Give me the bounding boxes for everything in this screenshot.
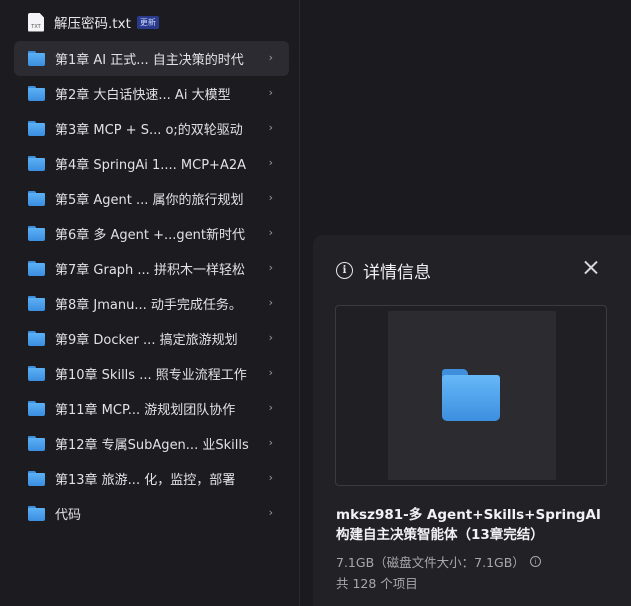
info-icon: i [336,262,353,279]
folder-item[interactable]: 第1章 AI 正式... 自主决策的时代 › [14,41,289,76]
folder-icon [28,191,45,206]
folder-label: 第7章 Graph ... 拼积木一样轻松 [55,263,245,278]
close-icon[interactable] [584,260,598,274]
folder-item[interactable]: 第8章 Jmanu... 动手完成任务。 › [14,286,289,321]
folder-label: 第12章 专属SubAgen... 业Skills [55,438,249,453]
chevron-right-icon[interactable]: › [269,226,273,239]
chevron-right-icon[interactable]: › [269,506,273,519]
folder-label: 第5章 Agent ... 属你的旅行规划 [55,193,244,208]
folder-item[interactable]: 第4章 SpringAi 1.... MCP+A2A › [14,146,289,181]
folder-size: 7.1GB（磁盘文件大小：7.1GB） i [336,552,541,571]
txt-file-icon [28,12,44,32]
folder-item[interactable]: 代码 › [14,496,289,531]
folder-label: 第3章 MCP + S... o;的双轮驱动 [55,123,243,138]
folder-label: 第2章 大白话快速... Ai 大模型 [55,88,231,103]
folder-label: 第9章 Docker ... 搞定旅游规划 [55,333,238,348]
folder-item[interactable]: 第6章 多 Agent +...gent新时代 › [14,216,289,251]
folder-label: 第1章 AI 正式... 自主决策的时代 [55,53,244,68]
preview-thumbnail [388,311,556,480]
chevron-right-icon[interactable]: › [269,471,273,484]
folder-item[interactable]: 第13章 旅游... 化，监控，部署 › [14,461,289,496]
chevron-right-icon[interactable]: › [269,436,273,449]
file-name: 解压密码.txt [54,16,131,32]
folder-icon [28,51,45,66]
details-title: 详情信息 [363,263,431,283]
folder-icon [28,366,45,381]
updated-badge: 更新 [136,15,159,29]
folder-icon [28,506,45,521]
chevron-right-icon[interactable]: › [269,366,273,379]
folder-label: 代码 [55,508,82,523]
folder-item[interactable]: 第9章 Docker ... 搞定旅游规划 › [14,321,289,356]
chevron-right-icon[interactable]: › [269,86,273,99]
folder-item[interactable]: 第3章 MCP + S... o;的双轮驱动 › [14,111,289,146]
chevron-right-icon[interactable]: › [269,156,273,169]
chevron-right-icon[interactable]: › [269,401,273,414]
details-header: i 详情信息 [336,258,431,283]
folder-item[interactable]: 第12章 专属SubAgen... 业Skills › [14,426,289,461]
folder-item[interactable]: 第10章 Skills ... 照专业流程工作 › [14,356,289,391]
selected-folder-name: mksz981-多 Agent+Skills+SpringAI 构建自主决策智能… [336,507,601,543]
file-item-password-txt[interactable]: 解压密码.txt 更新 [14,6,289,38]
folder-label: 第10章 Skills ... 照专业流程工作 [55,368,247,383]
folder-label: 第6章 多 Agent +...gent新时代 [55,228,246,243]
folder-preview [335,305,607,486]
folder-label: 第8章 Jmanu... 动手完成任务。 [55,298,242,313]
chevron-right-icon[interactable]: › [269,51,273,64]
folder-label: 第13章 旅游... 化，监控，部署 [55,473,236,488]
folder-icon [28,121,45,136]
chevron-right-icon[interactable]: › [269,191,273,204]
file-list-sidebar: 解压密码.txt 更新 第1章 AI 正式... 自主决策的时代›第2章 大白话… [0,0,300,606]
folder-label: 第4章 SpringAi 1.... MCP+A2A [55,158,247,173]
chevron-right-icon[interactable]: › [269,121,273,134]
folder-icon [28,156,45,171]
chevron-right-icon[interactable]: › [269,261,273,274]
folder-icon [28,296,45,311]
folder-icon [28,401,45,416]
folder-size-text: 7.1GB（磁盘文件大小：7.1GB） [336,555,525,570]
folder-item[interactable]: 第11章 MCP... 游规划团队协作 › [14,391,289,426]
chevron-right-icon[interactable]: › [269,331,273,344]
chevron-right-icon[interactable]: › [269,296,273,309]
folder-icon [28,261,45,276]
folder-icon [28,331,45,346]
item-count: 共 128 个项目 [336,576,418,591]
folder-item[interactable]: 第5章 Agent ... 属你的旅行规划 › [14,181,289,216]
folder-item[interactable]: 第7章 Graph ... 拼积木一样轻松 › [14,251,289,286]
folder-icon [28,226,45,241]
folder-icon [28,86,45,101]
folder-icon [442,369,500,421]
folder-item[interactable]: 第2章 大白话快速... Ai 大模型 › [14,76,289,111]
details-panel: i 详情信息 mksz981-多 Agent+Skills+SpringAI 构… [313,235,631,606]
folder-icon [28,471,45,486]
folder-icon [28,436,45,451]
folder-label: 第11章 MCP... 游规划团队协作 [55,403,236,418]
size-info-icon[interactable]: i [529,556,541,567]
folder-list: 第1章 AI 正式... 自主决策的时代 › 第2章 大白话快速... Ai 大模型… [14,41,289,531]
